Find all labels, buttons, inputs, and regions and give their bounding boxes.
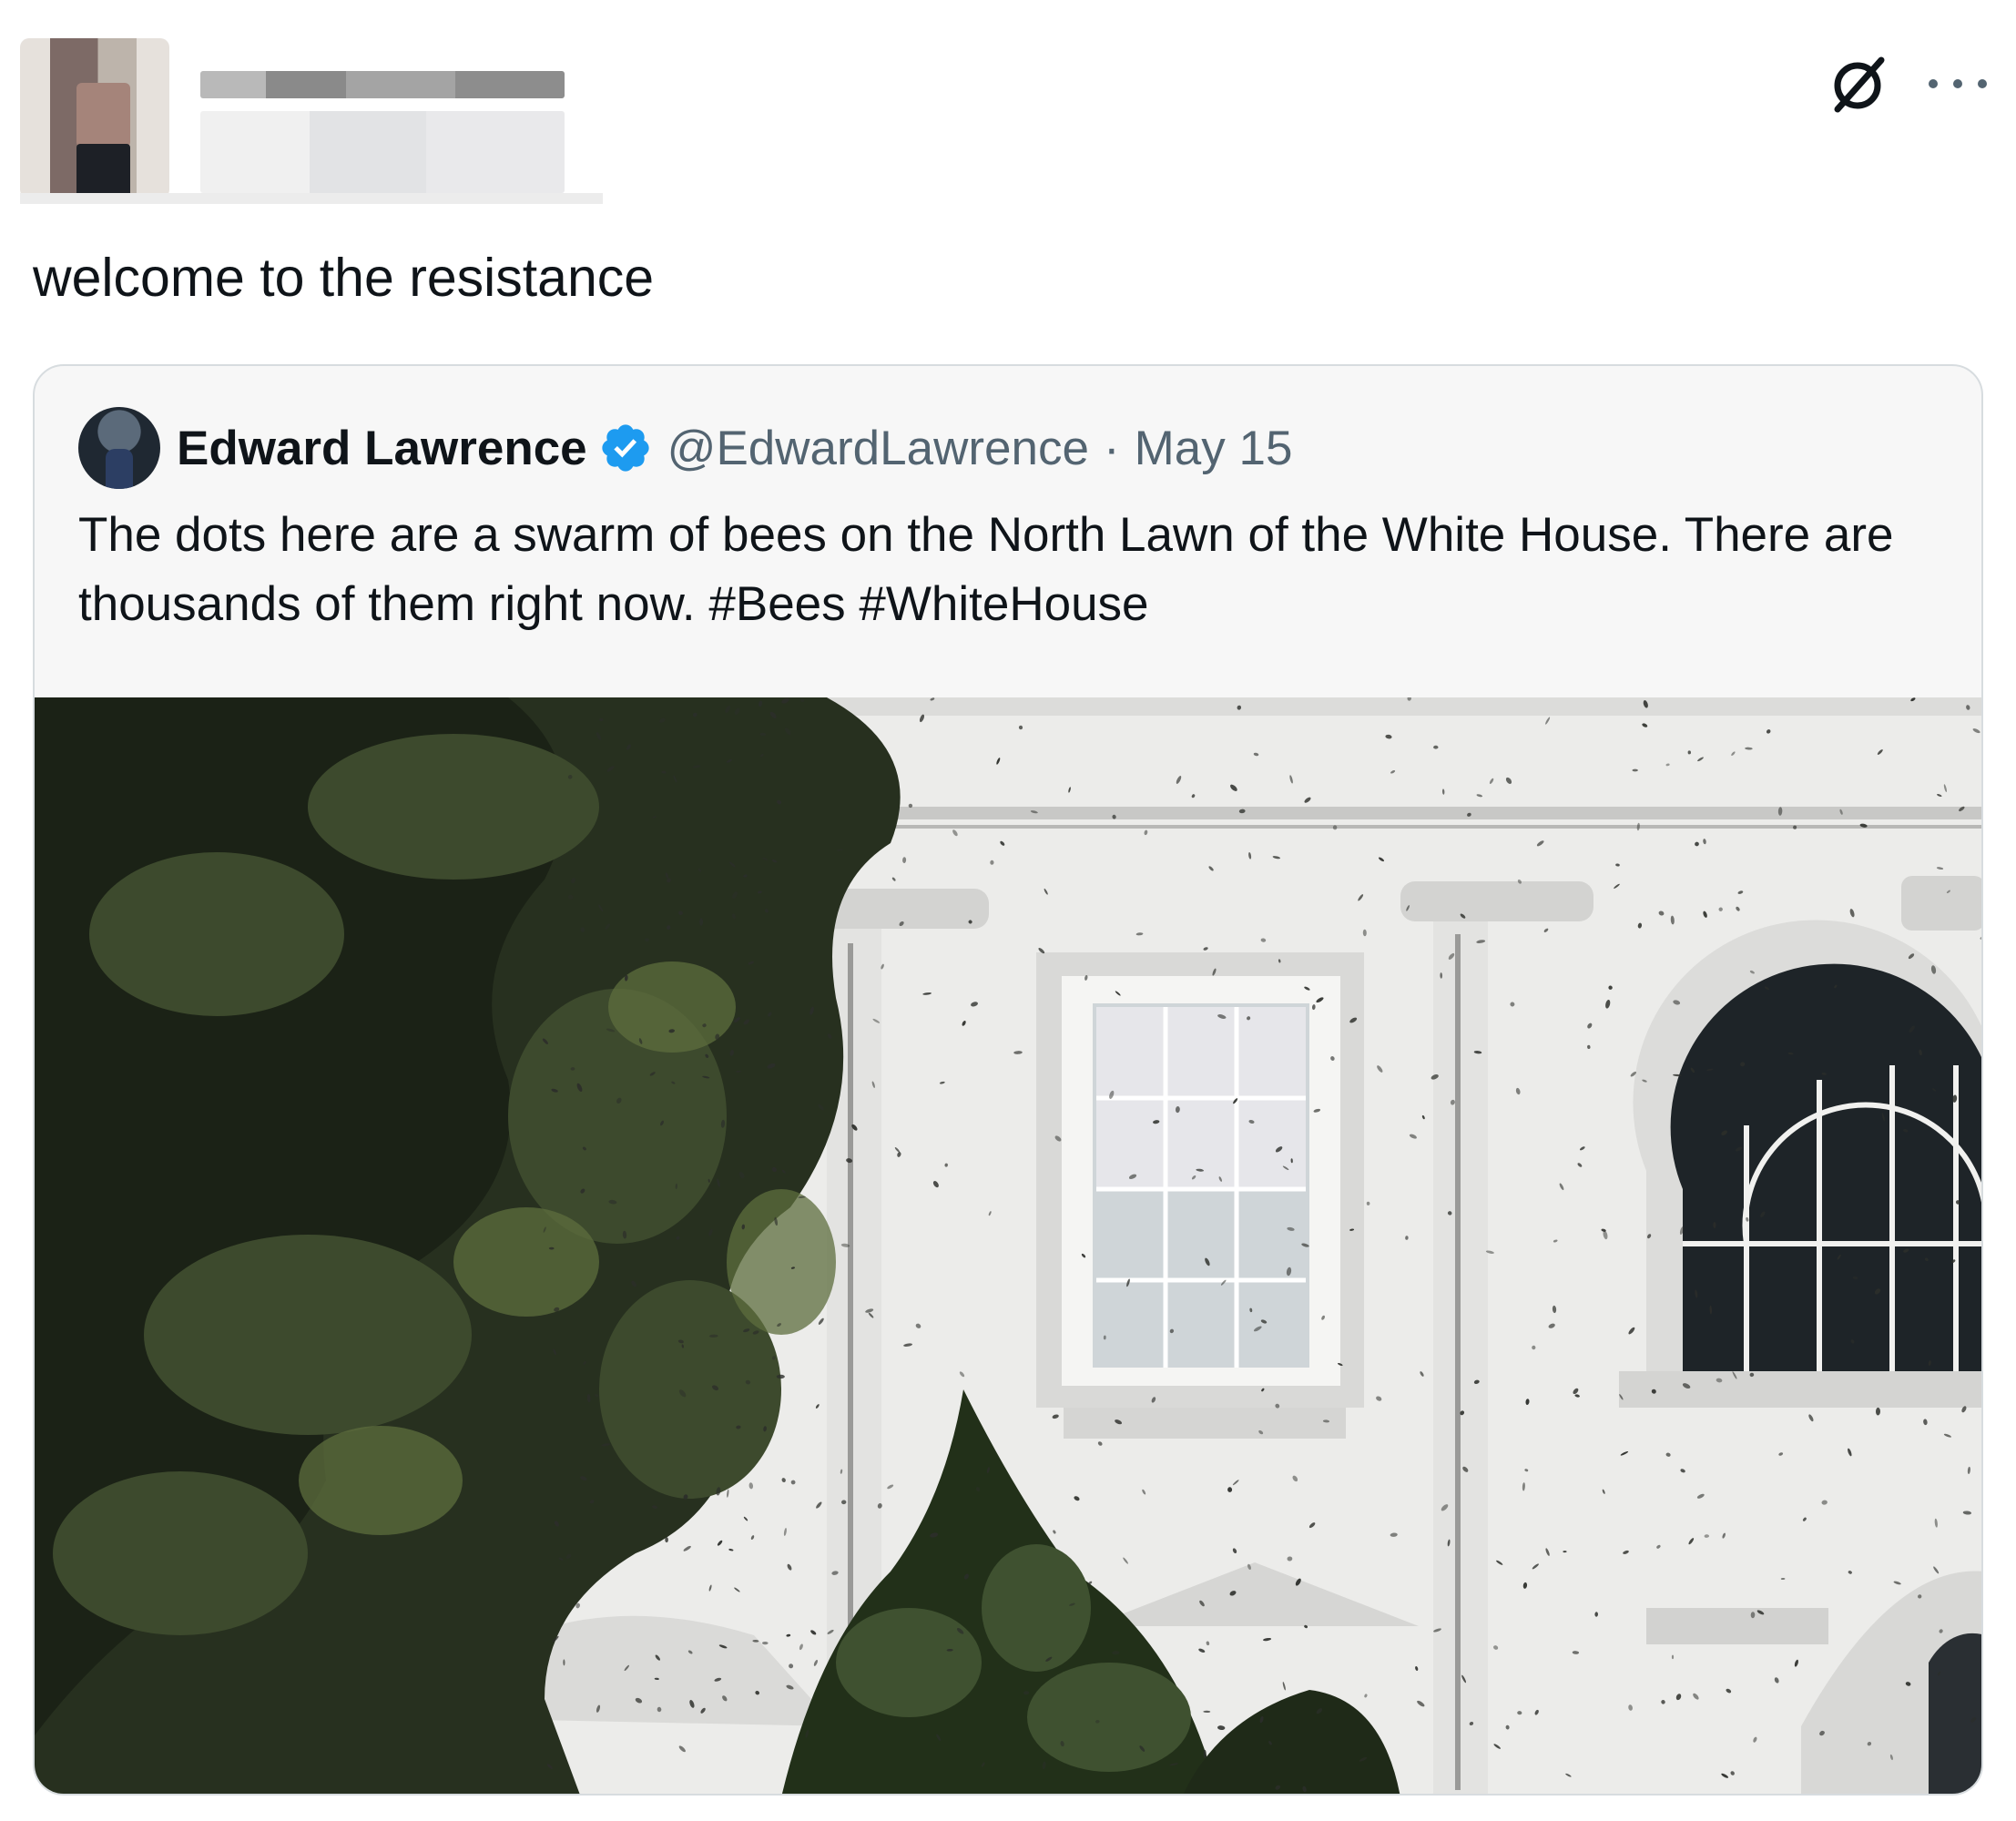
quoted-tweet-header: Edward Lawrence @EdwardLawrence · May 15: [78, 406, 1292, 490]
quoted-tweet-photo[interactable]: [35, 697, 1981, 1794]
blurred-divider: [20, 193, 603, 204]
blurred-avatar[interactable]: [20, 38, 169, 198]
quoted-author-name[interactable]: Edward Lawrence: [177, 421, 587, 476]
quoted-author-avatar[interactable]: [78, 407, 160, 489]
quoted-author-handle[interactable]: @EdwardLawrence: [667, 421, 1089, 476]
more-dot: [1978, 79, 1987, 88]
verified-badge-icon: [602, 424, 649, 472]
quoted-tweet-card[interactable]: Edward Lawrence @EdwardLawrence · May 15…: [33, 364, 1983, 1796]
post-text: welcome to the resistance: [33, 248, 655, 308]
more-dot: [1953, 79, 1962, 88]
blurred-handle[interactable]: [200, 111, 565, 193]
more-dot: [1929, 79, 1938, 88]
more-icon[interactable]: [1929, 66, 1987, 102]
blurred-display-name[interactable]: [200, 71, 565, 98]
grok-icon[interactable]: [1828, 55, 1889, 115]
quoted-tweet-date[interactable]: May 15: [1135, 421, 1293, 476]
quoted-tweet-text: The dots here are a swarm of bees on the…: [78, 508, 1894, 631]
meta-separator: ·: [1103, 421, 1120, 475]
